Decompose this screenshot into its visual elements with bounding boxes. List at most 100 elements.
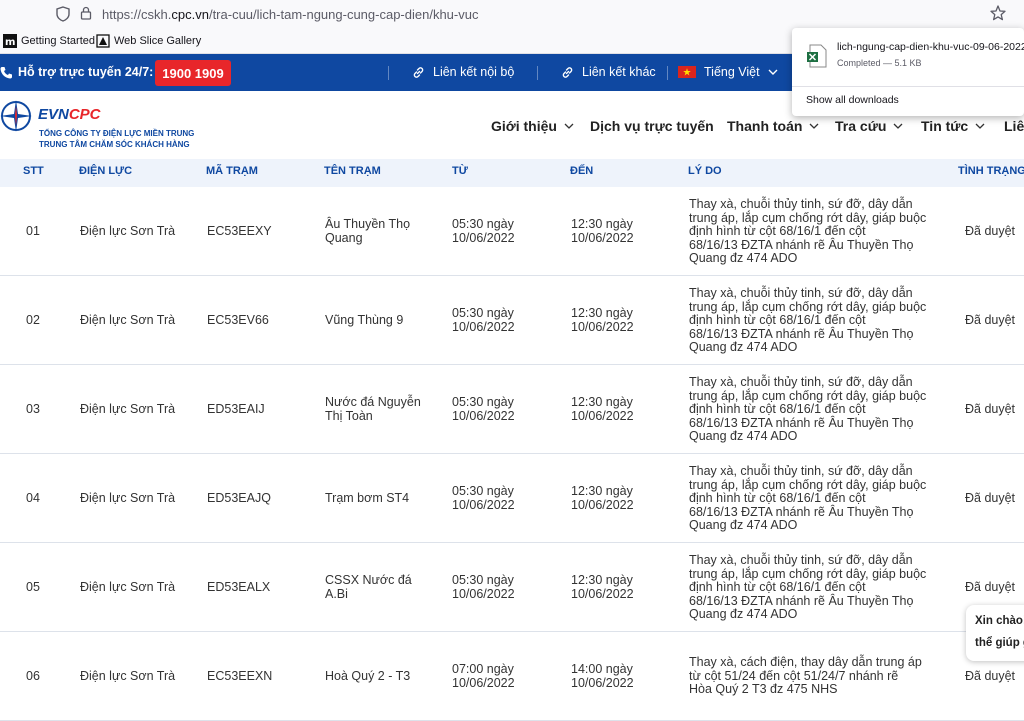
cell-den-line: 14:00 ngày	[571, 662, 633, 676]
download-status: Completed — 5.1 KB	[837, 58, 922, 68]
cell-tu-line: 10/06/2022	[452, 586, 515, 601]
logo-wordmark[interactable]: EVNCPC	[38, 106, 101, 123]
cell-stt: 03	[26, 402, 40, 416]
cell-den-line: 10/06/2022	[571, 675, 634, 690]
cell-ly-do-line: Thay xà, chuỗi thủy tinh, sứ đỡ, dây dẫn	[689, 375, 913, 389]
cell-den: 12:30 ngày 10/06/2022	[571, 306, 681, 334]
nav-label: Dịch vụ trực tuyến	[590, 118, 714, 134]
nav-dich-vu-truc-tuyen[interactable]: Dịch vụ trực tuyến	[590, 118, 714, 134]
cell-ten-tram-line: Quang	[325, 230, 363, 245]
table-row[interactable]: 06 Điện lực Sơn Trà EC53EEXN Hoà Quý 2 - T3…	[0, 632, 1024, 721]
cell-ten-tram-line: Âu Thuyền Thọ	[325, 217, 411, 231]
cell-dien-luc: Điện lực Sơn Trà	[80, 580, 176, 594]
language-selector[interactable]: Tiếng Việt	[678, 65, 778, 79]
logo-company-name: TỔNG CÔNG TY ĐIỆN LỰC MIỀN TRUNG	[39, 129, 195, 138]
bookmark-web-slice-gallery[interactable]: Web Slice Gallery	[96, 34, 201, 48]
cell-tu-line: 05:30 ngày	[452, 484, 514, 498]
nav-label: Liê	[1004, 118, 1024, 134]
table-row[interactable]: 02 Điện lực Sơn Trà EC53EV66 Vũng Thùng 9 05…	[0, 276, 1024, 365]
cell-den: 14:00 ngày 10/06/2022	[571, 662, 681, 690]
cell-den-line: 12:30 ngày	[571, 573, 633, 587]
cell-tu: 07:00 ngày 10/06/2022	[452, 662, 562, 690]
table-row[interactable]: 05 Điện lực Sơn Trà ED53EALX CSSX Nước đá A.…	[0, 543, 1024, 632]
cell-den-line: 12:30 ngày	[571, 306, 633, 320]
shield-icon[interactable]	[56, 6, 70, 22]
cell-ten-tram-line: A.Bi	[325, 586, 348, 601]
bookmark-label: Getting Started	[21, 35, 95, 47]
nav-tin-tuc[interactable]: Tin tức	[921, 118, 985, 134]
nav-label: Thanh toán	[727, 118, 803, 134]
online-support: Hỗ trợ trực tuyến 24/7:	[0, 65, 153, 79]
nav-label: Giới thiệu	[491, 118, 557, 134]
table-row[interactable]: 01 Điện lực Sơn Trà EC53EEXY Âu Thuyền Thọ Q…	[0, 187, 1024, 276]
url-path: /tra-cuu/lich-tam-ngung-cung-cap-dien/kh…	[208, 7, 479, 22]
language-label: Tiếng Việt	[704, 65, 760, 79]
link-icon	[413, 66, 424, 78]
cell-tinh-trang: Đã duyệt	[965, 491, 1016, 505]
nav-tra-cuu[interactable]: Tra cứu	[835, 118, 903, 134]
divider	[667, 66, 668, 80]
chat-widget[interactable]: Xin chào! thể giúp g	[966, 605, 1024, 661]
divider	[792, 86, 1024, 87]
lock-icon[interactable]	[80, 6, 92, 20]
cell-ly-do-line: 68/16/13 ĐZTA nhánh rẽ Âu Thuyền Thọ	[689, 326, 914, 341]
hotline-badge[interactable]: 1900 1909	[155, 60, 231, 86]
cell-ten-tram-line: CSSX Nước đá	[325, 573, 412, 587]
cell-ly-do-line: Thay xà, chuỗi thủy tinh, sứ đỡ, dây dẫn	[689, 464, 913, 478]
cell-tu-line: 10/06/2022	[452, 497, 515, 512]
logo-department-name: TRUNG TÂM CHĂM SÓC KHÁCH HÀNG	[39, 140, 190, 149]
browser-url-bar: https://cskh.cpc.vn/tra-cuu/lich-tam-ngu…	[0, 0, 1024, 28]
other-links-label: Liên kết khác	[582, 65, 656, 79]
cell-den-line: 10/06/2022	[571, 230, 634, 245]
cell-den: 12:30 ngày 10/06/2022	[571, 395, 681, 423]
svg-text:m: m	[5, 37, 15, 48]
url-text[interactable]: https://cskh.cpc.vn/tra-cuu/lich-tam-ngu…	[102, 7, 478, 22]
cell-tu-line: 05:30 ngày	[452, 573, 514, 587]
support-label: Hỗ trợ trực tuyến 24/7:	[18, 65, 154, 79]
cell-ly-do-line: Hòa Quý 2 T3 đz 475 NHS	[689, 682, 838, 696]
nav-gioi-thieu[interactable]: Giới thiệu	[491, 118, 574, 134]
cell-dien-luc: Điện lực Sơn Trà	[80, 224, 176, 238]
cell-stt: 05	[26, 580, 40, 594]
star-icon[interactable]	[989, 4, 1007, 22]
cell-tu-line: 10/06/2022	[452, 408, 515, 423]
nav-thanh-toan[interactable]: Thanh toán	[727, 118, 819, 134]
cell-ly-do-line: trung áp, lắp cụm chống rớt dây, giáp bu…	[689, 210, 927, 225]
cell-ly-do: Thay xà, chuỗi thủy tinh, sứ đỡ, dây dẫn…	[689, 553, 949, 622]
cell-ly-do-line: 68/16/13 ĐZTA nhánh rẽ Âu Thuyền Thọ	[689, 504, 914, 519]
cell-ma-tram: EC53EEXN	[207, 669, 273, 683]
show-all-downloads-button[interactable]: Show all downloads	[806, 94, 899, 106]
logo-evn: EVN	[38, 106, 69, 123]
cell-ly-do-line: 68/16/13 ĐZTA nhánh rẽ Âu Thuyền Thọ	[689, 237, 914, 252]
url-domain: cpc.vn	[171, 7, 209, 22]
evn-logo-icon[interactable]	[0, 98, 34, 134]
cell-ma-tram: EC53EEXY	[207, 224, 272, 238]
cell-tu: 05:30 ngày 10/06/2022	[452, 484, 562, 512]
nav-lien-he[interactable]: Liê	[1004, 118, 1024, 134]
cell-dien-luc: Điện lực Sơn Trà	[80, 669, 176, 683]
download-file-name[interactable]: lich-ngung-cap-dien-khu-vuc-09-06-2022	[837, 41, 1024, 53]
url-prefix: https://cskh.	[102, 7, 172, 22]
phone-icon	[0, 66, 12, 78]
bookmark-getting-started[interactable]: m Getting Started	[3, 34, 95, 48]
cell-ly-do: Thay xà, chuỗi thủy tinh, sứ đỡ, dây dẫn…	[689, 464, 949, 533]
cell-tu: 05:30 ngày 10/06/2022	[452, 306, 562, 334]
cell-ten-tram-line: Nước đá Nguyễn	[325, 395, 421, 409]
cell-ly-do-line: trung áp, lắp cụm chống rớt dây, giáp bu…	[689, 388, 927, 403]
cell-stt: 06	[26, 669, 40, 683]
cell-ly-do-line: trung áp, lắp cụm chống rớt dây, giáp bu…	[689, 477, 927, 492]
cell-tu: 05:30 ngày 10/06/2022	[452, 217, 562, 245]
cell-ten-tram-line: Vũng Thùng 9	[325, 313, 404, 327]
col-header-den: ĐẾN	[570, 165, 594, 177]
table-row[interactable]: 03 Điện lực Sơn Trà ED53EAIJ Nước đá Nguyễn…	[0, 365, 1024, 454]
cell-tu: 05:30 ngày 10/06/2022	[452, 395, 562, 423]
cell-den-line: 10/06/2022	[571, 408, 634, 423]
vietnam-flag-icon	[678, 66, 696, 78]
table-row[interactable]: 04 Điện lực Sơn Trà ED53EAJQ Trạm bơm ST4 05…	[0, 454, 1024, 543]
other-links[interactable]: Liên kết khác	[561, 65, 656, 79]
chevron-down-icon	[975, 123, 985, 129]
cell-den-line: 10/06/2022	[571, 497, 634, 512]
excel-file-icon	[807, 44, 827, 68]
internal-links[interactable]: Liên kết nội bộ	[412, 65, 514, 79]
cell-ly-do-line: Quang đz 474 ADO	[689, 518, 798, 532]
